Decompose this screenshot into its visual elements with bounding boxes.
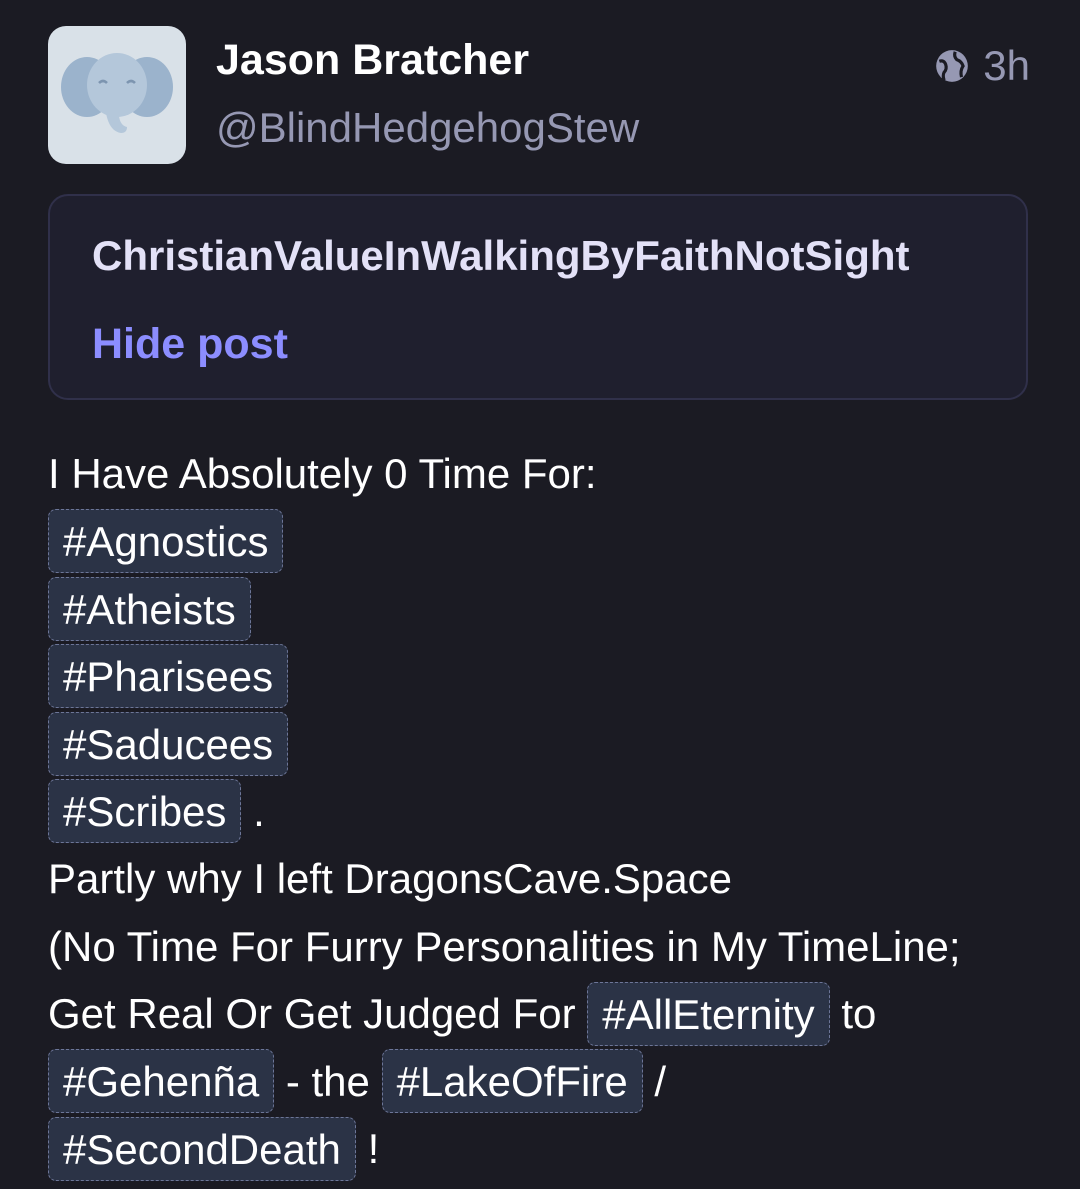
post-line: (No Time For Furry Personalities in My T… [48,913,1048,981]
timestamp-text: 3h [983,42,1030,89]
post-line: #Gehenña - the #LakeOfFire / [48,1048,1048,1116]
hashtag-link[interactable]: #Saducees [48,711,289,776]
post-text: ! [367,1125,380,1172]
post-line: Partly why I left DragonsCave.Space [48,845,1048,913]
globe-icon [936,50,969,82]
content-warning-box: ChristianValueInWalkingByFaithNotSight H… [48,194,1028,400]
post-line: #Atheists [48,575,1048,643]
post-content: I Have Absolutely 0 Time For: #Agnostics… [48,440,1048,1183]
hashtag-link[interactable]: #Agnostics [48,509,284,574]
hashtag-link[interactable]: #Atheists [48,576,251,641]
post-line: #SecondDeath ! [48,1115,1048,1183]
hashtag-link[interactable]: #Gehenña [48,1049,275,1114]
post-line: Get Real Or Get Judged For #AllEternity … [48,980,1048,1048]
elephant-avatar-icon [61,53,173,133]
avatar[interactable] [48,26,186,164]
post-text: to [841,990,877,1037]
post-text: I Have Absolutely 0 Time For: [48,450,597,497]
post-line: #Agnostics [48,508,1048,576]
post-text: - the [285,1057,370,1105]
hashtag-link[interactable]: #Scribes [48,779,242,844]
content-warning-text: ChristianValueInWalkingByFaithNotSight [92,232,910,279]
hashtag-link[interactable]: #Pharisees [48,644,289,709]
hashtag-link[interactable]: #AllEternity [587,981,830,1046]
hashtag-link[interactable]: #SecondDeath [48,1116,356,1181]
post-text: Get Real Or Get Judged For [48,990,576,1037]
hide-post-button[interactable]: Hide post [92,320,288,369]
post-line: #Scribes . [48,778,1048,846]
post-text: . [253,787,265,835]
display-name[interactable]: Jason Bratcher [216,36,529,85]
post-text: Partly why I left DragonsCave.Space [48,855,732,902]
post-text: (No Time For Furry Personalities in My T… [48,922,961,970]
post-line: I Have Absolutely 0 Time For: [48,440,1048,508]
post-line: #Pharisees [48,643,1048,711]
post-line: #Saducees [48,710,1048,778]
post-timestamp[interactable]: 3h [933,42,1030,90]
hashtag-link[interactable]: #LakeOfFire [381,1049,643,1114]
post-text: / [654,1057,667,1105]
account-handle[interactable]: @BlindHedgehogStew [216,104,639,152]
